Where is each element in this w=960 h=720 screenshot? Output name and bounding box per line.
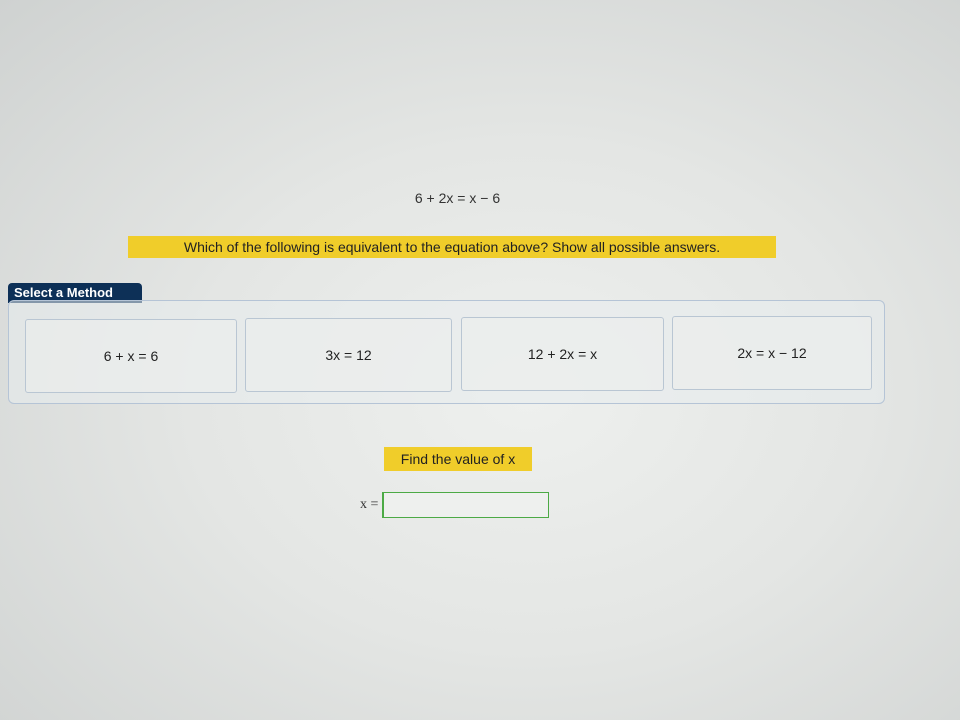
answer-input[interactable]: [382, 492, 550, 518]
equation: 6 + 2x = x − 6: [414, 190, 501, 206]
answer-row: x =: [360, 492, 550, 518]
find-value-prompt: Find the value of x: [384, 447, 532, 471]
option-1[interactable]: 6 + x = 6: [25, 319, 237, 393]
option-3[interactable]: 12 + 2x = x: [461, 317, 664, 391]
answer-input-label: x =: [360, 497, 379, 512]
option-2[interactable]: 3x = 12: [245, 318, 452, 392]
question-prompt: Which of the following is equivalent to …: [128, 236, 776, 258]
option-4[interactable]: 2x = x − 12: [672, 316, 872, 390]
method-options-panel: 6 + x = 6 3x = 12 12 + 2x = x 2x = x − 1…: [8, 300, 885, 404]
